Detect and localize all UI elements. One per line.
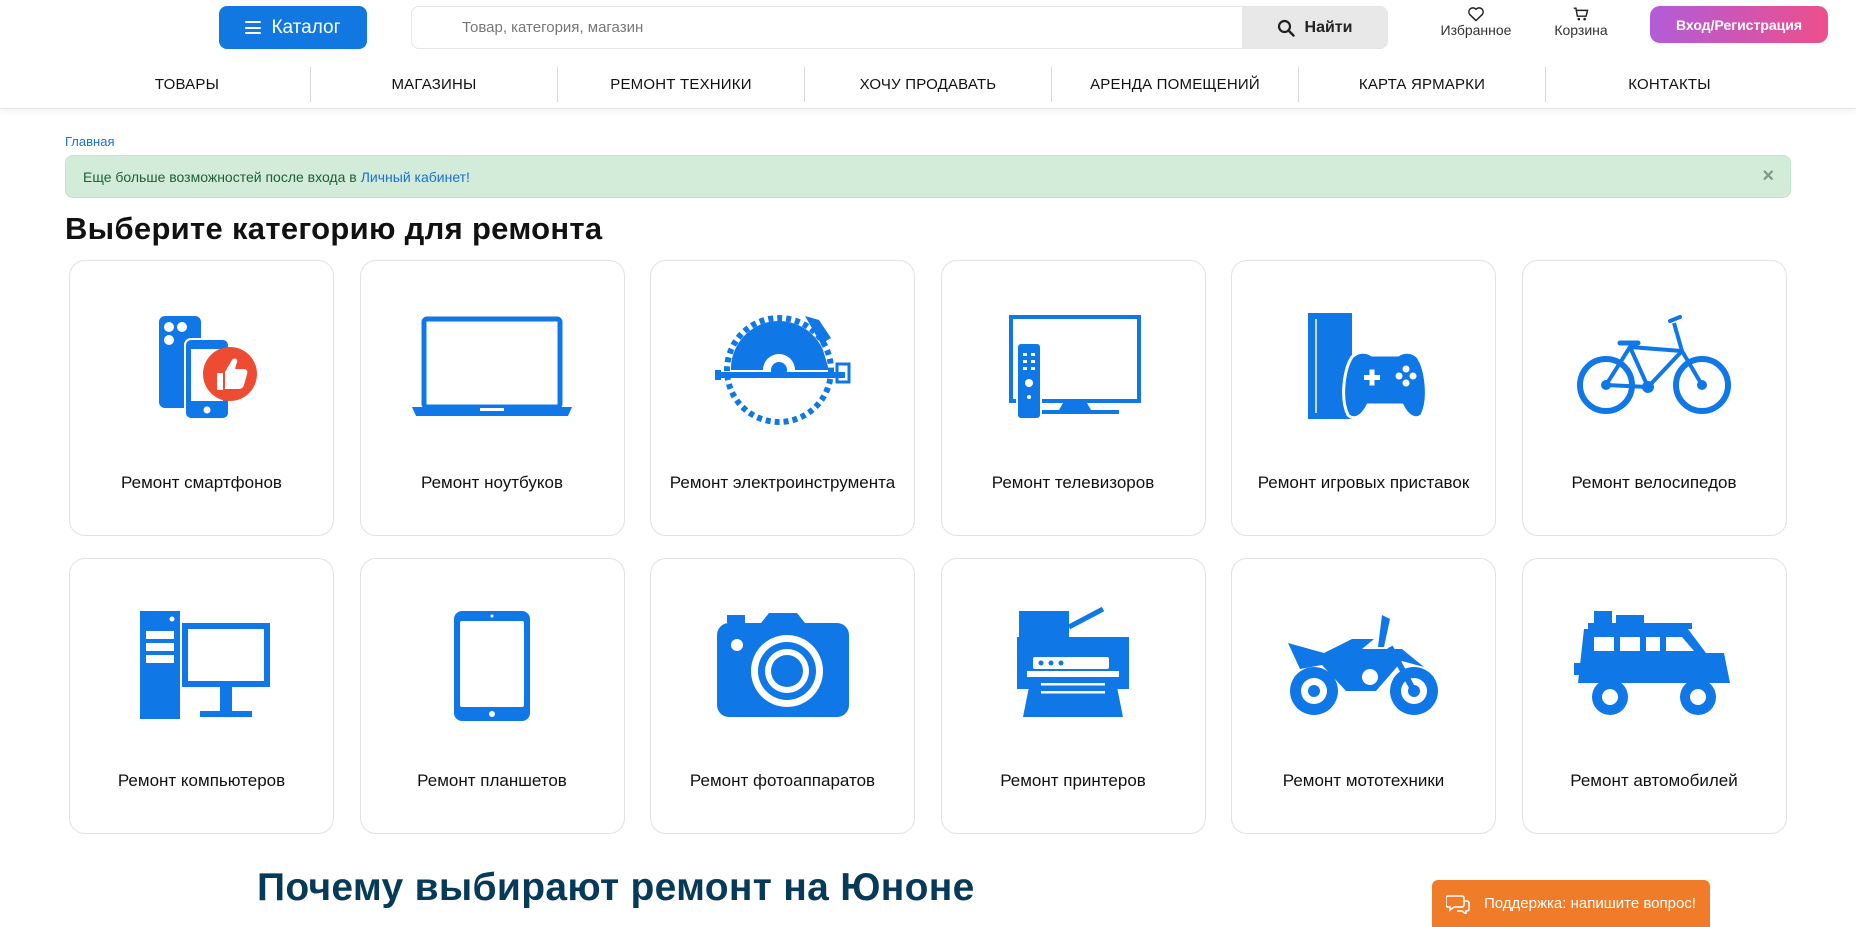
- smartphone-icon: [117, 306, 287, 426]
- category-label: Ремонт велосипедов: [1571, 473, 1737, 492]
- category-card-cars[interactable]: Ремонт автомобилей: [1521, 558, 1787, 834]
- car-icon: [1569, 604, 1739, 724]
- nav-item-contacts[interactable]: КОНТАКТЫ: [1546, 67, 1793, 102]
- search-input[interactable]: [412, 7, 1244, 48]
- category-card-consoles[interactable]: Ремонт игровых приставок: [1231, 260, 1496, 536]
- nav-item-rent[interactable]: АРЕНДА ПОМЕЩЕНИЙ: [1052, 67, 1299, 102]
- motorcycle-icon: [1279, 604, 1449, 724]
- tv-icon: [988, 306, 1158, 426]
- category-label: Ремонт принтеров: [1000, 771, 1146, 790]
- nav-item-repair[interactable]: РЕМОНТ ТЕХНИКИ: [558, 67, 805, 102]
- heart-icon: [1468, 7, 1484, 22]
- category-label: Ремонт фотоаппаратов: [689, 771, 876, 790]
- top-header: Каталог Найти Избранное Корзина Вход/Рег…: [0, 0, 1856, 57]
- chat-icon: [1446, 894, 1470, 914]
- menu-icon: [245, 21, 262, 34]
- search-bar: Найти: [411, 6, 1388, 49]
- search-button[interactable]: Найти: [1242, 7, 1387, 48]
- favorites-link[interactable]: Избранное: [1438, 6, 1514, 38]
- category-label: Ремонт планшетов: [417, 771, 567, 790]
- page-title: Выберите категорию для ремонта: [65, 211, 603, 246]
- category-label: Ремонт автомобилей: [1570, 771, 1738, 790]
- catalog-button[interactable]: Каталог: [219, 6, 367, 49]
- catalog-button-label: Каталог: [271, 16, 341, 38]
- laptop-icon: [407, 306, 577, 426]
- support-label: Поддержка: напишите вопрос!: [1484, 895, 1696, 912]
- category-label: Ремонт смартфонов: [121, 473, 282, 492]
- category-card-motorcycles[interactable]: Ремонт мототехники: [1231, 558, 1496, 834]
- category-card-smartphones[interactable]: Ремонт смартфонов: [69, 260, 334, 536]
- category-card-laptops[interactable]: Ремонт ноутбуков: [359, 260, 625, 536]
- circular-saw-icon: [698, 306, 868, 426]
- login-button[interactable]: Вход/Регистрация: [1650, 6, 1828, 43]
- category-card-tablets[interactable]: Ремонт планшетов: [359, 558, 625, 834]
- category-card-bicycles[interactable]: Ремонт велосипедов: [1521, 260, 1787, 536]
- category-grid: Ремонт смартфонов Ремонт ноутбуков Ремон…: [69, 260, 1789, 834]
- category-card-computers[interactable]: Ремонт компьютеров: [69, 558, 334, 834]
- main-nav: ТОВАРЫ МАГАЗИНЫ РЕМОНТ ТЕХНИКИ ХОЧУ ПРОД…: [0, 67, 1856, 109]
- category-card-cameras[interactable]: Ремонт фотоаппаратов: [650, 558, 915, 834]
- nav-item-shops[interactable]: МАГАЗИНЫ: [311, 67, 558, 102]
- support-chat-button[interactable]: Поддержка: напишите вопрос!: [1432, 880, 1710, 927]
- cart-link[interactable]: Корзина: [1549, 6, 1613, 38]
- alert-text: Еще больше возможностей после входа в: [83, 168, 357, 185]
- alert-cabinet-link[interactable]: Личный кабинет!: [361, 169, 470, 185]
- category-card-printers[interactable]: Ремонт принтеров: [940, 558, 1206, 834]
- category-label: Ремонт игровых приставок: [1257, 473, 1470, 492]
- cart-icon: [1573, 7, 1589, 21]
- nav-item-goods[interactable]: ТОВАРЫ: [64, 67, 311, 102]
- category-label: Ремонт ноутбуков: [420, 473, 563, 492]
- close-icon[interactable]: ×: [1762, 165, 1774, 188]
- printer-icon: [988, 604, 1158, 724]
- category-card-tvs[interactable]: Ремонт телевизоров: [940, 260, 1206, 536]
- category-label: Ремонт мототехники: [1282, 771, 1445, 790]
- search-button-label: Найти: [1304, 18, 1353, 36]
- camera-icon: [698, 604, 868, 724]
- category-label: Ремонт электроинструмента: [669, 473, 896, 492]
- login-alert: Еще больше возможностей после входа в Ли…: [65, 155, 1791, 198]
- nav-item-sell[interactable]: ХОЧУ ПРОДАВАТЬ: [805, 67, 1052, 102]
- search-icon: [1277, 19, 1295, 37]
- why-section-title: Почему выбирают ремонт на Юноне: [257, 866, 975, 909]
- computer-icon: [117, 604, 287, 724]
- bicycle-icon: [1569, 306, 1739, 426]
- nav-item-map[interactable]: КАРТА ЯРМАРКИ: [1299, 67, 1546, 102]
- breadcrumb-home[interactable]: Главная: [65, 134, 114, 149]
- category-label: Ремонт компьютеров: [117, 771, 286, 790]
- game-console-icon: [1279, 306, 1449, 426]
- category-label: Ремонт телевизоров: [991, 473, 1155, 492]
- favorites-label: Избранное: [1440, 22, 1512, 38]
- cart-label: Корзина: [1554, 22, 1608, 38]
- category-card-power-tools[interactable]: Ремонт электроинструмента: [650, 260, 915, 536]
- tablet-icon: [407, 604, 577, 724]
